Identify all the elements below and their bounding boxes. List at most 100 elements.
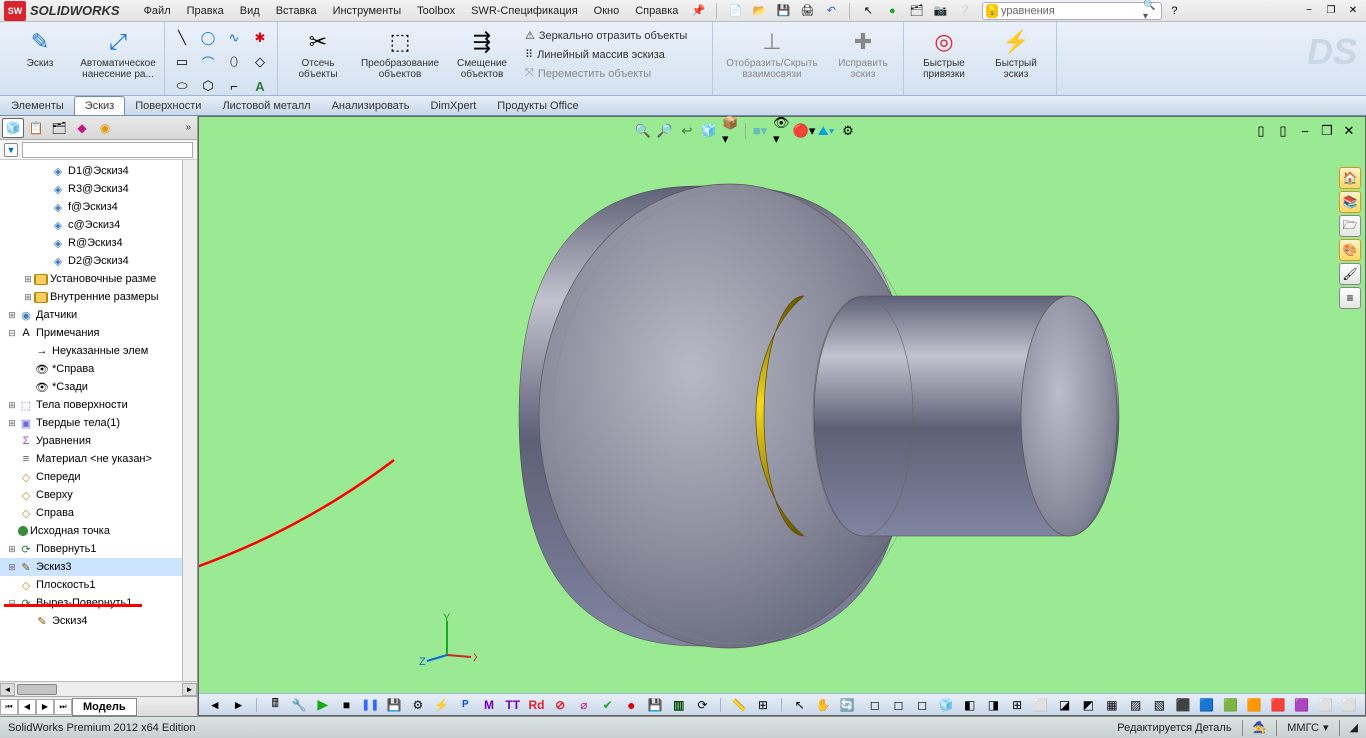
circle-icon[interactable]: ◯ bbox=[197, 27, 219, 49]
wrench-icon[interactable]: 🔧 bbox=[289, 696, 309, 714]
rectangle-icon[interactable]: ▭ bbox=[171, 51, 193, 73]
tabnav-first-icon[interactable]: ⏮ bbox=[0, 699, 18, 715]
offset-button[interactable]: ⇶ Смещение объектов bbox=[446, 25, 518, 83]
new-doc-icon[interactable]: 📄 bbox=[725, 2, 745, 20]
settings-icon[interactable]: ⚙ bbox=[408, 696, 428, 714]
tab-dimxpert[interactable]: DimXpert bbox=[419, 96, 487, 115]
tree-item[interactable]: ◇Сверху bbox=[0, 486, 197, 504]
tree-item[interactable]: ⊞⬚Тела поверхности bbox=[0, 396, 197, 414]
ellipse-icon[interactable]: ⬯ bbox=[223, 51, 245, 73]
tab-sketch[interactable]: Эскиз bbox=[74, 96, 125, 115]
hand-icon[interactable]: ✋ bbox=[813, 696, 833, 714]
tree-item[interactable]: ⊞▣Твердые тела(1) bbox=[0, 414, 197, 432]
menu-view[interactable]: Вид bbox=[232, 3, 268, 19]
tree-expand-icon[interactable]: ⊞ bbox=[6, 400, 18, 411]
relations-button[interactable]: ⊥ Отобразить/Скрыть взаимосвязи bbox=[717, 25, 827, 83]
cursor-icon[interactable]: ↖ bbox=[790, 696, 810, 714]
tree-item[interactable]: ◇Спереди bbox=[0, 468, 197, 486]
tab-surfaces[interactable]: Поверхности bbox=[124, 96, 212, 115]
view-icon[interactable]: ◪ bbox=[1055, 696, 1075, 714]
display-style-icon[interactable]: ■▾ bbox=[750, 121, 770, 141]
spline-icon[interactable]: ∿ bbox=[223, 27, 245, 49]
bolt-icon[interactable]: ⚡ bbox=[432, 696, 452, 714]
mdi-restore-button[interactable]: ❐ bbox=[1317, 121, 1337, 141]
scene-icon[interactable]: ⛰▾ bbox=[816, 121, 836, 141]
plane-tool-icon[interactable]: ◇ bbox=[249, 51, 271, 73]
bar-icon[interactable]: ▥ bbox=[669, 696, 689, 714]
text-icon[interactable]: A bbox=[249, 75, 271, 97]
trim-button[interactable]: ✂ Отсечь объекты bbox=[282, 25, 354, 83]
save-icon[interactable]: 💾 bbox=[773, 2, 793, 20]
scroll-left-icon[interactable]: ◄ bbox=[0, 683, 15, 696]
tree-item[interactable]: ⊞Установочные разме bbox=[0, 270, 197, 288]
refresh-icon[interactable]: ⟳ bbox=[693, 696, 713, 714]
record-icon[interactable]: ● bbox=[621, 696, 641, 714]
check-icon[interactable]: ✔ bbox=[598, 696, 618, 714]
view-icon[interactable]: ◧ bbox=[960, 696, 980, 714]
design-library-icon[interactable]: 📚 bbox=[1339, 191, 1361, 213]
search-box[interactable]: 💡 🔍▾ bbox=[982, 2, 1162, 20]
view-icon[interactable]: 🟪 bbox=[1292, 696, 1312, 714]
close-button[interactable]: ✕ bbox=[1344, 4, 1362, 18]
mdi-minimize-button[interactable]: − bbox=[1295, 121, 1315, 141]
polygon-icon[interactable]: ⬡ bbox=[197, 75, 219, 97]
coord-icon[interactable]: ⊞ bbox=[753, 696, 773, 714]
tab-office[interactable]: Продукты Office bbox=[486, 96, 589, 115]
pattern-button[interactable]: ⠿Линейный массив эскиза bbox=[520, 46, 706, 63]
prev-view-icon[interactable]: ↩ bbox=[677, 121, 697, 141]
menu-edit[interactable]: Правка bbox=[179, 3, 232, 19]
quick-button[interactable]: ⚡ Быстрый эскиз bbox=[980, 25, 1052, 83]
appearance-icon[interactable]: 🔴▾ bbox=[794, 121, 814, 141]
view-icon[interactable]: ▦ bbox=[1102, 696, 1122, 714]
tree-item[interactable]: ◈D1@Эскиз4 bbox=[0, 162, 197, 180]
bottom-tab-model[interactable]: Модель bbox=[72, 698, 137, 716]
tabnav-last-icon[interactable]: ⏭ bbox=[54, 699, 72, 715]
view-icon[interactable]: ⬜ bbox=[1031, 696, 1051, 714]
view-icon[interactable]: ▨ bbox=[1126, 696, 1146, 714]
measure-icon[interactable]: 📏 bbox=[729, 696, 749, 714]
menu-window[interactable]: Окно bbox=[586, 3, 628, 19]
tab-featuretree-icon[interactable]: 🧊 bbox=[2, 118, 24, 138]
tree-item[interactable]: ⊞Внутренние размеры bbox=[0, 288, 197, 306]
3d-viewport[interactable]: 🔍 🔎 ↩ 🧊 📦▾ ■▾ 👁▾ 🔴▾ ⛰▾ ⚙ ▯ ▯ − ❐ ✕ 🏠 📚 🗁… bbox=[198, 116, 1366, 716]
stop-icon[interactable]: ■ bbox=[337, 696, 357, 714]
view-icon[interactable]: 🧊 bbox=[936, 696, 956, 714]
custom-props-icon[interactable]: ≡ bbox=[1339, 287, 1361, 309]
label-p-icon[interactable]: P bbox=[455, 696, 475, 714]
tree-item[interactable]: ⊞◉Датчики bbox=[0, 306, 197, 324]
hscroll-right-icon[interactable]: ► bbox=[229, 696, 249, 714]
view-icon[interactable]: ◻ bbox=[889, 696, 909, 714]
help-icon[interactable]: ? bbox=[1164, 2, 1184, 20]
status-dropdown-icon[interactable]: ▾ bbox=[1323, 721, 1329, 734]
convert-button[interactable]: ⬚ Преобразование объектов bbox=[354, 25, 446, 83]
tab-sheetmetal[interactable]: Листовой металл bbox=[211, 96, 321, 115]
slot-icon[interactable]: ⬭ bbox=[171, 75, 193, 97]
menu-insert[interactable]: Вставка bbox=[268, 3, 325, 19]
tree-item[interactable]: Исходная точка bbox=[0, 522, 197, 540]
tab-display-icon[interactable]: ◉ bbox=[94, 118, 116, 138]
feature-tree[interactable]: ◈D1@Эскиз4◈R3@Эскиз4◈f@Эскиз4◈c@Эскиз4◈R… bbox=[0, 160, 197, 681]
menu-toolbox[interactable]: Toolbox bbox=[409, 3, 463, 19]
tree-item[interactable]: ◈R@Эскиз4 bbox=[0, 234, 197, 252]
tab-dimxpert-icon[interactable]: ◆ bbox=[71, 118, 93, 138]
tree-item[interactable]: ⊟⟳Вырез-Повернуть1 bbox=[0, 594, 197, 612]
view-icon[interactable]: ⊞ bbox=[1007, 696, 1027, 714]
arc-icon[interactable]: ⌒ bbox=[197, 51, 219, 73]
tree-expand-icon[interactable]: ⊞ bbox=[6, 310, 18, 321]
calc-icon[interactable]: 🖩 bbox=[265, 696, 285, 714]
tree-item[interactable]: ⊟AПримечания bbox=[0, 324, 197, 342]
view-icon[interactable]: ◻ bbox=[912, 696, 932, 714]
zoom-area-icon[interactable]: 🔎 bbox=[655, 121, 675, 141]
tree-item[interactable]: ◈D2@Эскиз4 bbox=[0, 252, 197, 270]
tree-item[interactable]: ◈f@Эскиз4 bbox=[0, 198, 197, 216]
forbid-icon[interactable]: ⊘ bbox=[550, 696, 570, 714]
rotate-view-icon[interactable]: 🔄 bbox=[837, 696, 857, 714]
save-red-icon[interactable]: 💾 bbox=[645, 696, 665, 714]
tree-expand-icon[interactable]: ⊞ bbox=[6, 418, 18, 429]
pause-icon[interactable]: ❚❚ bbox=[360, 696, 380, 714]
tree-expand-icon[interactable]: ⊞ bbox=[6, 544, 18, 555]
tree-expand-icon[interactable]: ⊞ bbox=[22, 292, 34, 303]
select-icon[interactable]: ↖ bbox=[858, 2, 878, 20]
view-icon[interactable]: ⬜ bbox=[1339, 696, 1359, 714]
undo-icon[interactable]: ↶ bbox=[821, 2, 841, 20]
